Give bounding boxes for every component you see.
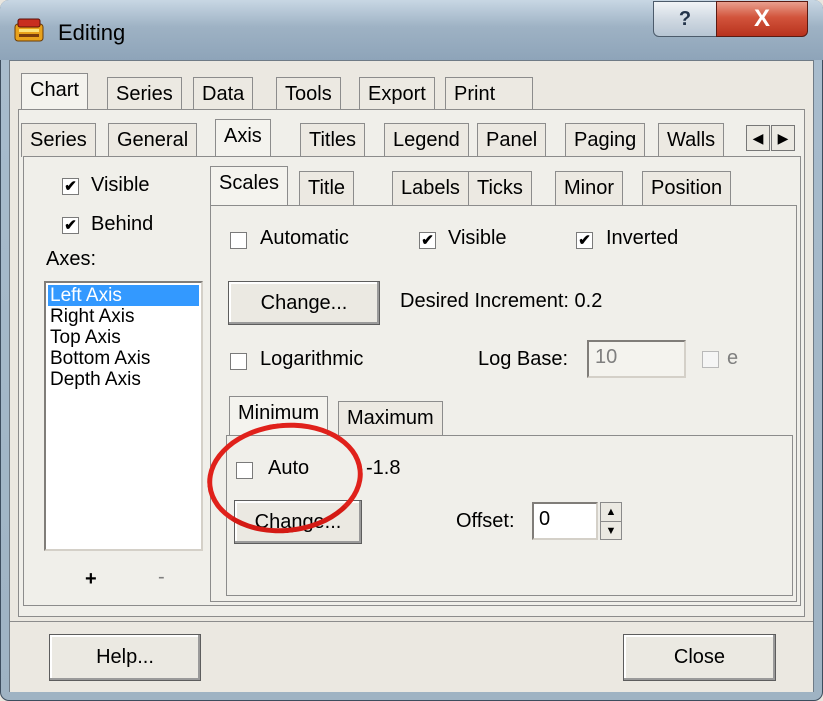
- visible-checkbox[interactable]: ✔: [62, 178, 79, 195]
- e-checkbox[interactable]: [702, 351, 719, 368]
- tab-tools[interactable]: Tools: [276, 77, 341, 111]
- logarithmic-checkbox[interactable]: [230, 353, 247, 370]
- axis-visible-label: Visible: [448, 227, 507, 249]
- change-scale-button[interactable]: Change...: [228, 281, 380, 325]
- list-item[interactable]: Bottom Axis: [50, 348, 150, 369]
- inverted-checkbox[interactable]: ✔: [576, 232, 593, 249]
- tab-titles[interactable]: Titles: [300, 123, 366, 157]
- tab-axis[interactable]: Axis: [215, 119, 271, 157]
- close-icon[interactable]: X: [716, 1, 808, 37]
- tabs-scroll-left-icon[interactable]: ◀: [746, 125, 770, 151]
- tab-ticks[interactable]: Ticks: [468, 171, 532, 205]
- footer-bar: Help... Close: [10, 621, 813, 692]
- add-axis-button[interactable]: +: [85, 568, 97, 591]
- tab-scales[interactable]: Scales: [210, 166, 289, 206]
- tab-title[interactable]: Title: [299, 171, 355, 205]
- offset-spinner[interactable]: ▲ ▼: [600, 502, 622, 540]
- tab-maximum[interactable]: Maximum: [338, 401, 443, 435]
- tab-general[interactable]: General: [108, 123, 198, 157]
- tab-legend[interactable]: Legend: [384, 123, 469, 157]
- window-title: Editing: [58, 20, 126, 45]
- tab-data[interactable]: Data: [193, 77, 254, 111]
- tab-series[interactable]: Series: [107, 77, 182, 111]
- desired-increment-text: Desired Increment: 0.2: [400, 290, 603, 312]
- axes-label: Axes:: [46, 248, 97, 270]
- behind-label: Behind: [91, 213, 154, 235]
- offset-field[interactable]: 0: [532, 502, 598, 540]
- list-item[interactable]: Depth Axis: [50, 369, 141, 390]
- log-base-label: Log Base:: [478, 348, 569, 370]
- logarithmic-label: Logarithmic: [260, 348, 364, 370]
- tab-paging[interactable]: Paging: [565, 123, 646, 157]
- tab-print[interactable]: Print: [445, 77, 533, 111]
- tab-chart[interactable]: Chart: [21, 73, 88, 110]
- tab-chart-series[interactable]: Series: [21, 123, 96, 157]
- tab-panel[interactable]: Panel: [477, 123, 547, 157]
- dialog-body: Chart Series Data Tools Export Print Ser…: [9, 60, 814, 692]
- close-button[interactable]: Close: [623, 634, 776, 681]
- inverted-label: Inverted: [606, 227, 679, 249]
- tab-walls[interactable]: Walls: [658, 123, 725, 157]
- help-icon[interactable]: ?: [653, 1, 717, 37]
- axes-list[interactable]: Left Axis Right Axis Top Axis Bottom Axi…: [44, 281, 203, 551]
- list-item[interactable]: Left Axis: [48, 285, 199, 306]
- tabs-scroll-right-icon[interactable]: ▶: [771, 125, 795, 151]
- help-button[interactable]: Help...: [49, 634, 201, 681]
- tab-labels[interactable]: Labels: [392, 171, 469, 205]
- title-bar[interactable]: Editing ? X: [0, 0, 823, 60]
- tab-export[interactable]: Export: [359, 77, 435, 111]
- list-item[interactable]: Right Axis: [50, 306, 134, 327]
- automatic-label: Automatic: [260, 227, 349, 249]
- minimum-value: -1.8: [366, 457, 401, 479]
- automatic-checkbox[interactable]: [230, 232, 247, 249]
- e-label: e: [727, 347, 739, 369]
- spin-up-icon[interactable]: ▲: [601, 503, 621, 522]
- offset-label: Offset:: [456, 510, 515, 532]
- remove-axis-button[interactable]: -: [158, 566, 165, 589]
- list-item[interactable]: Top Axis: [50, 327, 121, 348]
- tab-position[interactable]: Position: [642, 171, 732, 205]
- app-icon: [14, 18, 44, 42]
- axis-visible-checkbox[interactable]: ✔: [419, 232, 436, 249]
- tab-minor[interactable]: Minor: [555, 171, 624, 205]
- log-base-field[interactable]: 10: [587, 340, 686, 378]
- behind-checkbox[interactable]: ✔: [62, 217, 79, 234]
- spin-down-icon[interactable]: ▼: [601, 522, 621, 540]
- visible-label: Visible: [91, 174, 150, 196]
